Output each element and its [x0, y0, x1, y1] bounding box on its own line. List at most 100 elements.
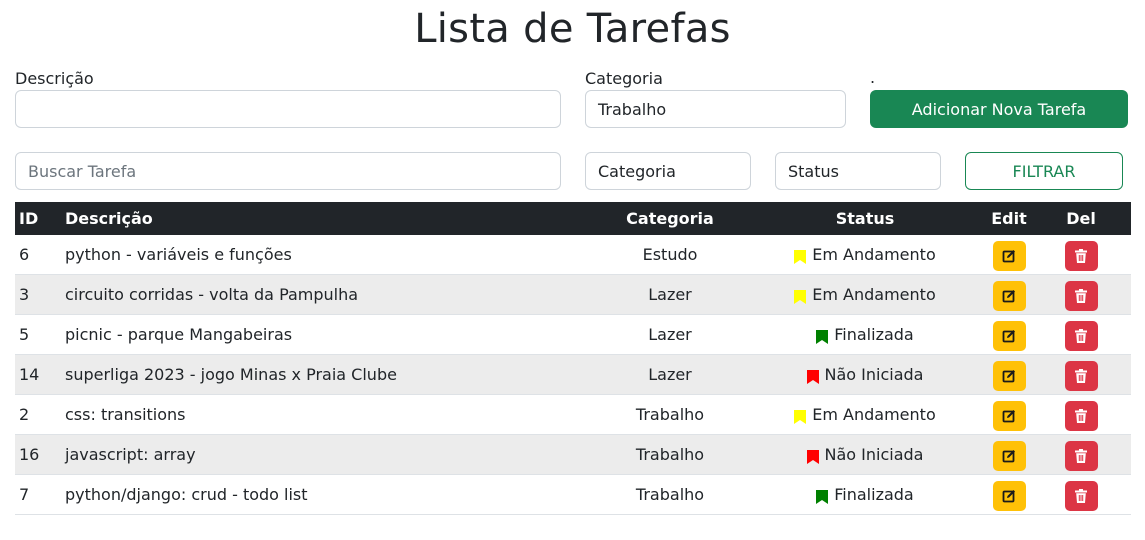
row-status-label: Finalizada: [834, 325, 914, 344]
bookmark-icon: [794, 289, 807, 304]
row-descricao: picnic - parque Mangabeiras: [65, 325, 293, 344]
row-edit: [991, 315, 1027, 354]
header-id: ID: [19, 209, 39, 228]
row-status-label: Não Iniciada: [824, 445, 924, 464]
edit-button[interactable]: [992, 240, 1026, 271]
header-status: Status: [835, 209, 895, 228]
row-id: 5: [19, 325, 30, 344]
row-del: [1063, 315, 1099, 354]
row-status-label: Em Andamento: [812, 405, 936, 424]
categoria-select[interactable]: Trabalho: [585, 90, 846, 128]
row-descricao: circuito corridas - volta da Pampulha: [65, 285, 359, 304]
row-descricao: css: transitions: [65, 405, 186, 424]
row-categoria: Estudo: [642, 245, 698, 264]
delete-button[interactable]: [1064, 240, 1098, 271]
table-row: 6 python - variáveis e funções Estudo Em An…: [15, 235, 1131, 275]
trash-icon: [1075, 368, 1087, 383]
tasks-table: ID Descrição Categoria Status Edit Del 6…: [15, 202, 1131, 515]
row-del: [1063, 435, 1099, 474]
edit-button[interactable]: [992, 320, 1026, 351]
edit-icon: [1002, 329, 1015, 342]
dot-label: .: [870, 68, 876, 87]
delete-button[interactable]: [1064, 400, 1098, 431]
delete-button[interactable]: [1064, 440, 1098, 471]
row-status-label: Em Andamento: [812, 285, 936, 304]
edit-icon: [1002, 449, 1015, 462]
filter-categoria-select[interactable]: Categoria: [585, 152, 751, 190]
bookmark-icon: [806, 449, 819, 464]
categoria-label: Categoria: [585, 69, 663, 88]
row-status: Em Andamento: [775, 235, 955, 274]
row-del: [1063, 395, 1099, 434]
delete-button[interactable]: [1064, 360, 1098, 391]
header-descricao: Descrição: [65, 209, 153, 228]
categoria-select-value: Trabalho: [598, 99, 667, 119]
row-status-label: Não Iniciada: [824, 365, 924, 384]
edit-icon: [1002, 489, 1015, 502]
delete-button[interactable]: [1064, 320, 1098, 351]
edit-button[interactable]: [992, 360, 1026, 391]
edit-button[interactable]: [992, 280, 1026, 311]
filter-button[interactable]: FILTRAR: [965, 152, 1123, 190]
row-categoria: Lazer: [648, 285, 692, 304]
bookmark-icon: [806, 369, 819, 384]
header-categoria: Categoria: [626, 209, 714, 228]
table-row: 3 circuito corridas - volta da Pampulha La…: [15, 275, 1131, 315]
descricao-label: Descrição: [15, 69, 94, 88]
row-descricao: superliga 2023 - jogo Minas x Praia Club…: [65, 365, 397, 384]
search-input[interactable]: [15, 152, 561, 190]
row-status: Não Iniciada: [775, 435, 955, 474]
bookmark-icon: [816, 489, 829, 504]
row-status-label: Finalizada: [834, 485, 914, 504]
row-id: 2: [19, 405, 30, 424]
trash-icon: [1075, 288, 1087, 303]
row-status: Não Iniciada: [775, 355, 955, 394]
row-id: 6: [19, 245, 30, 264]
row-status: Finalizada: [775, 475, 955, 514]
row-id: 14: [19, 365, 40, 384]
header-edit: Edit: [991, 209, 1027, 228]
row-del: [1063, 355, 1099, 394]
filter-status-value: Status: [788, 161, 839, 181]
edit-icon: [1002, 249, 1015, 262]
row-edit: [991, 235, 1027, 274]
row-status: Em Andamento: [775, 275, 955, 314]
trash-icon: [1075, 328, 1087, 343]
row-status-label: Em Andamento: [812, 245, 936, 264]
row-edit: [991, 355, 1027, 394]
row-status: Em Andamento: [775, 395, 955, 434]
edit-button[interactable]: [992, 400, 1026, 431]
bookmark-icon: [794, 409, 807, 424]
bookmark-icon: [794, 249, 807, 264]
edit-icon: [1002, 409, 1015, 422]
row-del: [1063, 235, 1099, 274]
row-edit: [991, 275, 1027, 314]
table-row: 7 python/django: crud - todo list Trabalho…: [15, 475, 1131, 515]
edit-icon: [1002, 369, 1015, 382]
row-edit: [991, 475, 1027, 514]
descricao-input[interactable]: [15, 90, 561, 128]
table-row: 16 javascript: array Trabalho Não Iniciada: [15, 435, 1131, 475]
table-row: 5 picnic - parque Mangabeiras Lazer Finaliz…: [15, 315, 1131, 355]
trash-icon: [1075, 488, 1087, 503]
trash-icon: [1075, 448, 1087, 463]
table-row: 2 css: transitions Trabalho Em Andamento: [15, 395, 1131, 435]
delete-button[interactable]: [1064, 480, 1098, 511]
row-id: 3: [19, 285, 30, 304]
add-task-button[interactable]: Adicionar Nova Tarefa: [870, 90, 1128, 128]
edit-button[interactable]: [992, 480, 1026, 511]
delete-button[interactable]: [1064, 280, 1098, 311]
trash-icon: [1075, 248, 1087, 263]
edit-button[interactable]: [992, 440, 1026, 471]
row-id: 7: [19, 485, 30, 504]
edit-icon: [1002, 289, 1015, 302]
page-title: Lista de Tarefas: [414, 6, 731, 52]
row-categoria: Trabalho: [635, 405, 705, 424]
bookmark-icon: [816, 329, 829, 344]
trash-icon: [1075, 408, 1087, 423]
table-row: 14 superliga 2023 - jogo Minas x Praia Cl…: [15, 355, 1131, 395]
row-edit: [991, 435, 1027, 474]
row-del: [1063, 275, 1099, 314]
table-header: ID Descrição Categoria Status Edit Del: [15, 202, 1131, 235]
filter-status-select[interactable]: Status: [775, 152, 941, 190]
